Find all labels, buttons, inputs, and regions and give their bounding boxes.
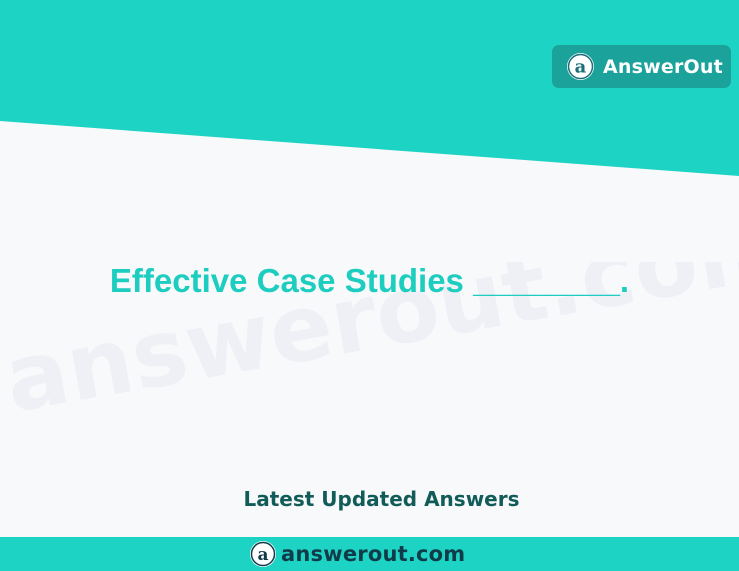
brand-name: AnswerOut (603, 55, 723, 78)
answerout-brand-badge[interactable]: a AnswerOut (552, 45, 731, 88)
footer-logo-letter: a (257, 545, 268, 565)
tagline: Latest Updated Answers (243, 487, 520, 511)
logo-letter: a (575, 57, 587, 78)
footer-logo-icon: a (250, 541, 276, 567)
question-headline: Effective Case Studies ________. (109, 262, 630, 299)
answerout-logo-icon: a (567, 53, 594, 80)
footer-bar: a answerout.com (0, 537, 739, 571)
footer-brand-link[interactable]: a answerout.com (250, 537, 465, 571)
footer-domain: answerout.com (281, 542, 466, 566)
